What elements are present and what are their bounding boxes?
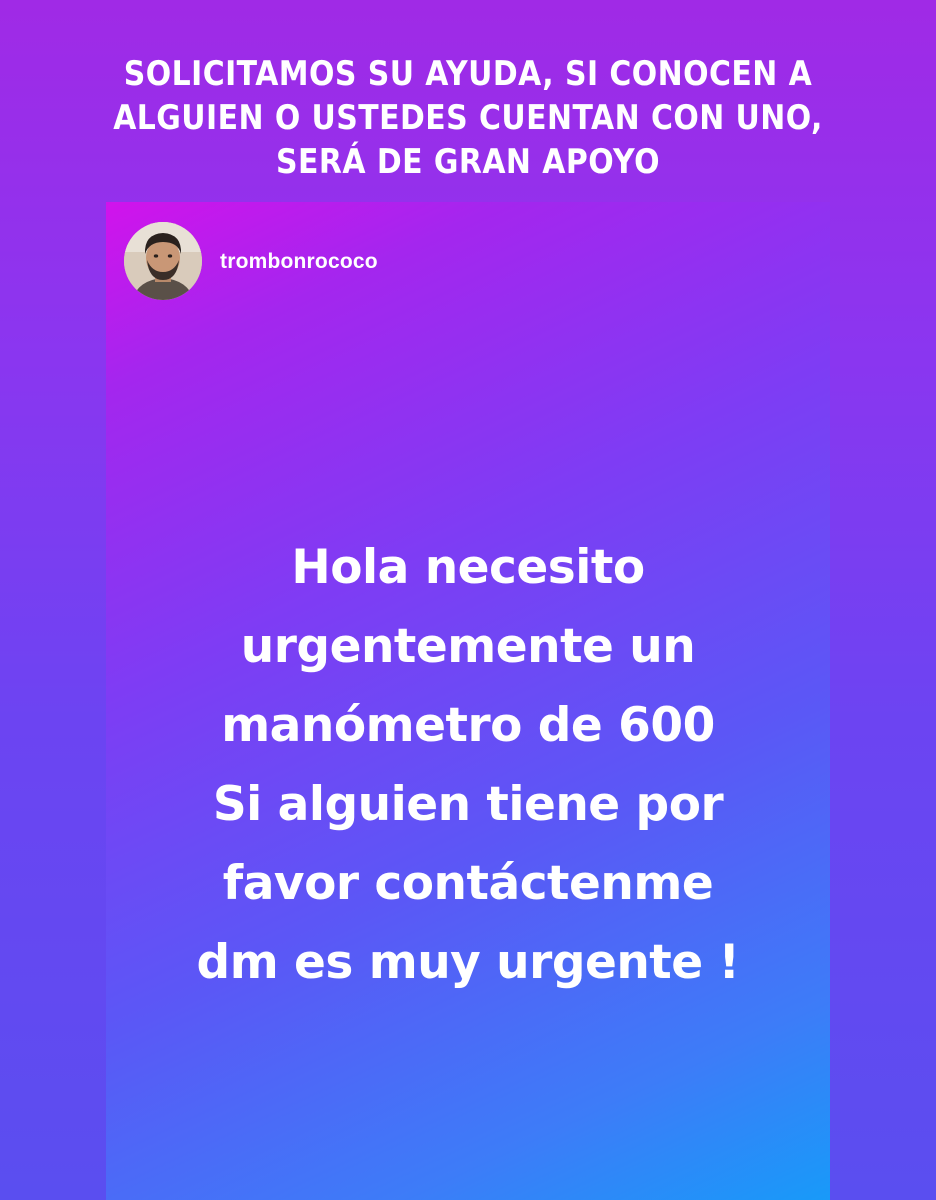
message-line-2: urgentemente un [240, 619, 696, 674]
headline-line-1: SOLICITAMOS SU AYUDA, SI CONOCEN A [123, 54, 813, 94]
headline-line-3: SERÁ DE GRAN APOYO [276, 142, 660, 182]
message-line-5: favor contáctenme [222, 856, 714, 911]
username[interactable]: trombonrococo [220, 250, 378, 274]
story-card: trombonrococo Hola necesito urgentemente… [106, 202, 830, 1200]
message-line-3: manómetro de 600 [221, 698, 715, 753]
message-line-6: dm es muy urgente ! [196, 935, 740, 990]
message-line-4: Si alguien tiene por [212, 777, 724, 832]
headline: SOLICITAMOS SU AYUDA, SI CONOCEN A ALGUI… [56, 52, 880, 184]
story-message: Hola necesito urgentemente un manómetro … [106, 528, 830, 1002]
headline-line-2: ALGUIEN O USTEDES CUENTAN CON UNO, [113, 98, 823, 138]
profile-photo-icon [124, 222, 202, 300]
message-line-1: Hola necesito [291, 540, 645, 595]
avatar[interactable] [124, 222, 202, 300]
